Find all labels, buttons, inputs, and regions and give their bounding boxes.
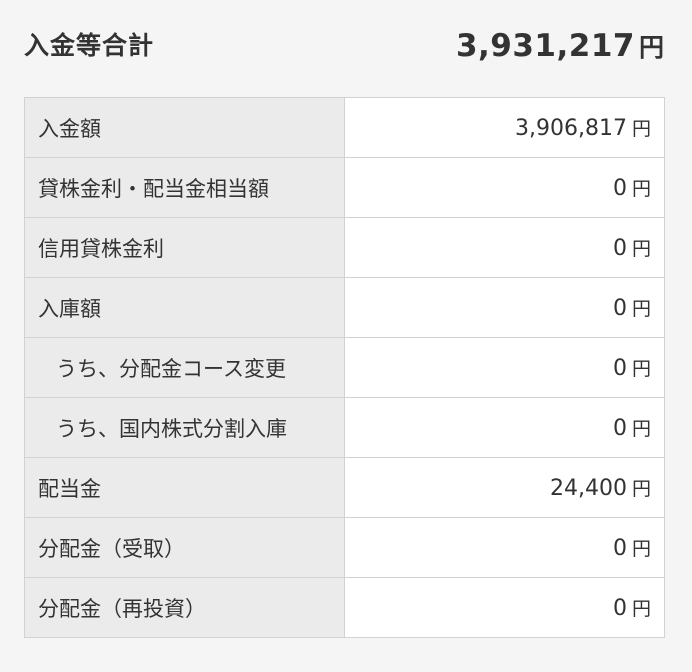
- row-value: 0: [612, 356, 627, 381]
- row-value: 0: [612, 596, 627, 621]
- row-value: 0: [612, 536, 627, 561]
- summary-total: 3,931,217 円: [456, 26, 664, 71]
- row-unit: 円: [631, 598, 651, 620]
- summary-title: 入金等合計: [24, 31, 155, 60]
- row-unit: 円: [631, 238, 651, 260]
- table-row: 配当金 24,400 円: [24, 457, 665, 518]
- table-row: 分配金（受取） 0円: [24, 517, 665, 578]
- table-row: 貸株金利・配当金相当額 0円: [24, 157, 665, 218]
- table-row: 信用貸株金利 0円: [24, 217, 665, 278]
- row-value-cell: 0円: [344, 277, 665, 338]
- summary-total-value: 3,931,217: [455, 28, 635, 64]
- row-label-dividends: 配当金: [24, 457, 345, 518]
- row-label-distribution-reinvested: 分配金（再投資）: [24, 577, 345, 638]
- row-value-cell: 24,400 円: [344, 457, 665, 518]
- row-unit: 円: [631, 298, 651, 320]
- deposit-breakdown-table: 入金額 3,906,817 円 貸株金利・配当金相当額 0円 信用貸株金利 0円 …: [24, 97, 665, 638]
- row-value: 3,906,817: [515, 116, 627, 141]
- table-row: 分配金（再投資） 0円: [24, 577, 665, 638]
- row-label-deposit-amount: 入金額: [24, 97, 345, 158]
- table-row: うち、国内株式分割入庫 0円: [24, 397, 665, 458]
- row-unit: 円: [631, 538, 651, 560]
- row-value: 24,400: [550, 476, 627, 501]
- row-unit: 円: [631, 358, 651, 380]
- row-label-distribution-course-change: うち、分配金コース変更: [24, 337, 345, 398]
- row-value-cell: 0円: [344, 157, 665, 218]
- row-unit: 円: [631, 118, 651, 140]
- deposit-summary-panel: 入金等合計 3,931,217 円 入金額 3,906,817 円 貸株金利・配当金…: [0, 0, 692, 672]
- row-label-margin-lending-interest: 信用貸株金利: [24, 217, 345, 278]
- row-label-transfer-in-amount: 入庫額: [24, 277, 345, 338]
- row-value: 0: [612, 416, 627, 441]
- row-unit: 円: [631, 178, 651, 200]
- summary-total-unit: 円: [638, 33, 664, 62]
- row-unit: 円: [631, 478, 651, 500]
- row-value-cell: 0円: [344, 517, 665, 578]
- table-row: うち、分配金コース変更 0円: [24, 337, 665, 398]
- row-value-cell: 0円: [344, 577, 665, 638]
- row-unit: 円: [631, 418, 651, 440]
- row-value-cell: 3,906,817 円: [344, 97, 665, 158]
- row-label-stock-split-transfer-in: うち、国内株式分割入庫: [24, 397, 345, 458]
- row-value: 0: [612, 236, 627, 261]
- row-value-cell: 0円: [344, 337, 665, 398]
- table-row: 入庫額 0円: [24, 277, 665, 338]
- row-value: 0: [612, 176, 627, 201]
- table-row: 入金額 3,906,817 円: [24, 97, 665, 158]
- summary-header: 入金等合計 3,931,217 円: [24, 26, 664, 66]
- row-value: 0: [612, 296, 627, 321]
- row-label-distribution-received: 分配金（受取）: [24, 517, 345, 578]
- row-label-lending-interest: 貸株金利・配当金相当額: [24, 157, 345, 218]
- row-value-cell: 0円: [344, 217, 665, 278]
- row-value-cell: 0円: [344, 397, 665, 458]
